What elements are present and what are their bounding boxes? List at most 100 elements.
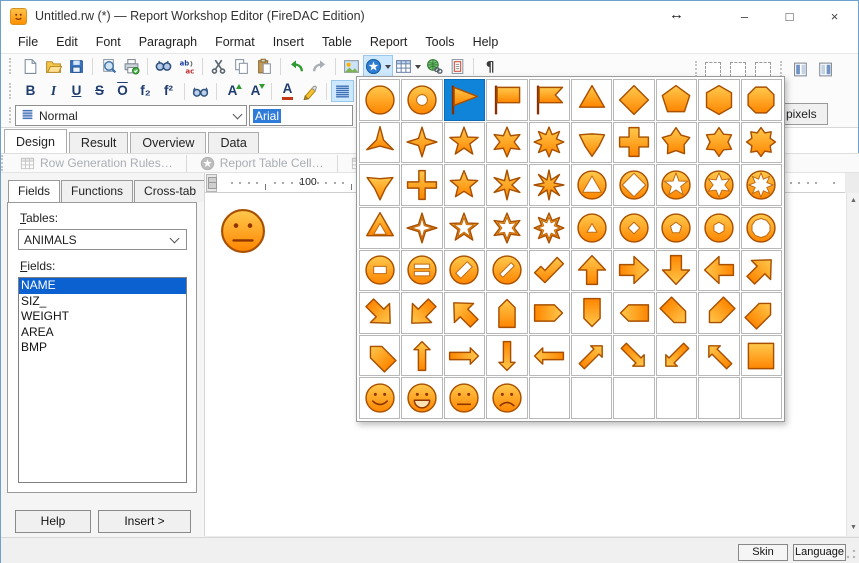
menu-table[interactable]: Table: [313, 33, 361, 51]
border-outer-button[interactable]: [755, 62, 771, 77]
menu-format[interactable]: Format: [206, 33, 264, 51]
font-combo[interactable]: Arial: [249, 105, 353, 126]
shape-option-circle[interactable]: [359, 79, 400, 121]
replace-button[interactable]: abac: [175, 55, 198, 77]
shape-option-pent-arrow-sw[interactable]: [698, 292, 739, 334]
paste-button[interactable]: [253, 55, 276, 77]
shape-option-pent-arrow-up[interactable]: [486, 292, 527, 334]
field-item-bmp[interactable]: BMP: [19, 340, 186, 356]
shape-option-star4[interactable]: [401, 122, 442, 164]
shape-option-lobe5[interactable]: [656, 122, 697, 164]
menu-insert[interactable]: Insert: [264, 33, 313, 51]
shape-option-pent-arrow-nw[interactable]: [359, 335, 400, 377]
highlight-button[interactable]: [299, 80, 322, 102]
copy-button[interactable]: [230, 55, 253, 77]
redo-button[interactable]: [308, 55, 331, 77]
shape-option-pentagon[interactable]: [656, 79, 697, 121]
shape-option-circle-hole-diamond[interactable]: [613, 164, 654, 206]
menu-edit[interactable]: Edit: [47, 33, 87, 51]
shape-option-arrow-nw[interactable]: [698, 335, 739, 377]
shape-option-check[interactable]: [529, 250, 570, 292]
save-button[interactable]: [65, 55, 88, 77]
shape-option-flag-triangle[interactable]: [444, 79, 485, 121]
menu-report[interactable]: Report: [361, 33, 417, 51]
bold-button[interactable]: B: [19, 80, 42, 102]
shape-option-arrow-right[interactable]: [444, 335, 485, 377]
shape-option-pent-arrow-left[interactable]: [613, 292, 654, 334]
shape-option-arrow-wide-sw[interactable]: [401, 292, 442, 334]
font-color-button[interactable]: A: [276, 80, 299, 102]
superscript-button[interactable]: f²: [157, 80, 180, 102]
menu-font[interactable]: Font: [87, 33, 130, 51]
shape-option-lobe8[interactable]: [741, 122, 782, 164]
shape-option-frame-triangle[interactable]: [359, 207, 400, 249]
shape-option-frame-star8[interactable]: [529, 207, 570, 249]
find-button[interactable]: [152, 55, 175, 77]
shape-option-lobe6[interactable]: [698, 122, 739, 164]
skin-button[interactable]: Skin: [738, 544, 788, 561]
shape-option-arrow-up[interactable]: [401, 335, 442, 377]
shape-option-arrow-sw[interactable]: [656, 335, 697, 377]
shape-option-circle-hole-star5[interactable]: [656, 164, 697, 206]
strikethrough-button[interactable]: S: [88, 80, 111, 102]
shape-option-circle-dot-pentagon[interactable]: [656, 207, 697, 249]
shape-option-circle-dot-round[interactable]: [741, 207, 782, 249]
shape-option-flag-rect[interactable]: [486, 79, 527, 121]
shape-option-arrow-wide-ne[interactable]: [741, 250, 782, 292]
print-preview-button[interactable]: [97, 55, 120, 77]
shape-option-circle-dot-hexagon[interactable]: [698, 207, 739, 249]
vertical-scrollbar[interactable]: ▲ ▼: [846, 193, 859, 536]
shape-option-circle-hole-star8[interactable]: [741, 164, 782, 206]
shape-option-circle-hole-bars[interactable]: [401, 250, 442, 292]
shape-option-flag-swallowtail[interactable]: [529, 79, 570, 121]
menu-paragraph[interactable]: Paragraph: [130, 33, 206, 51]
shape-option-arrow-wide-right[interactable]: [613, 250, 654, 292]
shape-option-pent-arrow-ne[interactable]: [741, 292, 782, 334]
overline-button[interactable]: O: [111, 80, 134, 102]
folder-open-button[interactable]: [42, 55, 65, 77]
italic-button[interactable]: I: [42, 80, 65, 102]
shape-option-circle-hole-triangle[interactable]: [571, 164, 612, 206]
shape-option-spoke8[interactable]: [529, 164, 570, 206]
border-inner-button[interactable]: [730, 62, 746, 77]
menu-tools[interactable]: Tools: [416, 33, 463, 51]
panel-tab-functions[interactable]: Functions: [61, 180, 133, 202]
shape-option-spoke6[interactable]: [486, 164, 527, 206]
pilcrow-button[interactable]: ¶: [478, 55, 501, 77]
scroll-up-button[interactable]: ▲: [847, 193, 859, 209]
scroll-down-button[interactable]: ▼: [847, 520, 859, 536]
shape-button[interactable]: [363, 55, 393, 77]
shape-option-circle-dot-diamond[interactable]: [613, 207, 654, 249]
field-item-area[interactable]: AREA: [19, 325, 186, 341]
resize-grip[interactable]: [846, 549, 856, 559]
columns-a-button[interactable]: [790, 58, 813, 80]
shape-option-hexagon[interactable]: [698, 79, 739, 121]
paste-special-button[interactable]: [446, 55, 469, 77]
shape-option-arrow-ne[interactable]: [571, 335, 612, 377]
menu-help[interactable]: Help: [464, 33, 508, 51]
border-none-button[interactable]: [705, 62, 721, 77]
shape-option-arrow-wide-up[interactable]: [571, 250, 612, 292]
shape-option-circle-hole-slash-thin[interactable]: [486, 250, 527, 292]
shape-option-smiley-sad[interactable]: [486, 377, 527, 419]
shape-option-burst5[interactable]: [444, 164, 485, 206]
shape-option-ring[interactable]: [401, 79, 442, 121]
report-tool-0[interactable]: Row Generation Rules…: [11, 156, 182, 171]
shape-option-arrow-left[interactable]: [529, 335, 570, 377]
table-button[interactable]: [393, 55, 423, 77]
shape-option-arrow-se[interactable]: [613, 335, 654, 377]
shape-option-circle-hole-rect[interactable]: [359, 250, 400, 292]
shape-option-arrow-wide-left[interactable]: [698, 250, 739, 292]
language-button[interactable]: Language: [793, 544, 846, 561]
preview-glasses-button[interactable]: [189, 80, 212, 102]
shape-option-lobe3[interactable]: [571, 122, 612, 164]
tab-data[interactable]: Data: [208, 132, 258, 153]
subscript-button[interactable]: f₂: [134, 80, 157, 102]
tab-overview[interactable]: Overview: [130, 132, 206, 153]
justify-button[interactable]: [331, 80, 354, 102]
image-button[interactable]: [340, 55, 363, 77]
print-button[interactable]: [120, 55, 143, 77]
shape-option-triangle[interactable]: [571, 79, 612, 121]
shape-option-cross[interactable]: [613, 122, 654, 164]
menu-file[interactable]: File: [9, 33, 47, 51]
